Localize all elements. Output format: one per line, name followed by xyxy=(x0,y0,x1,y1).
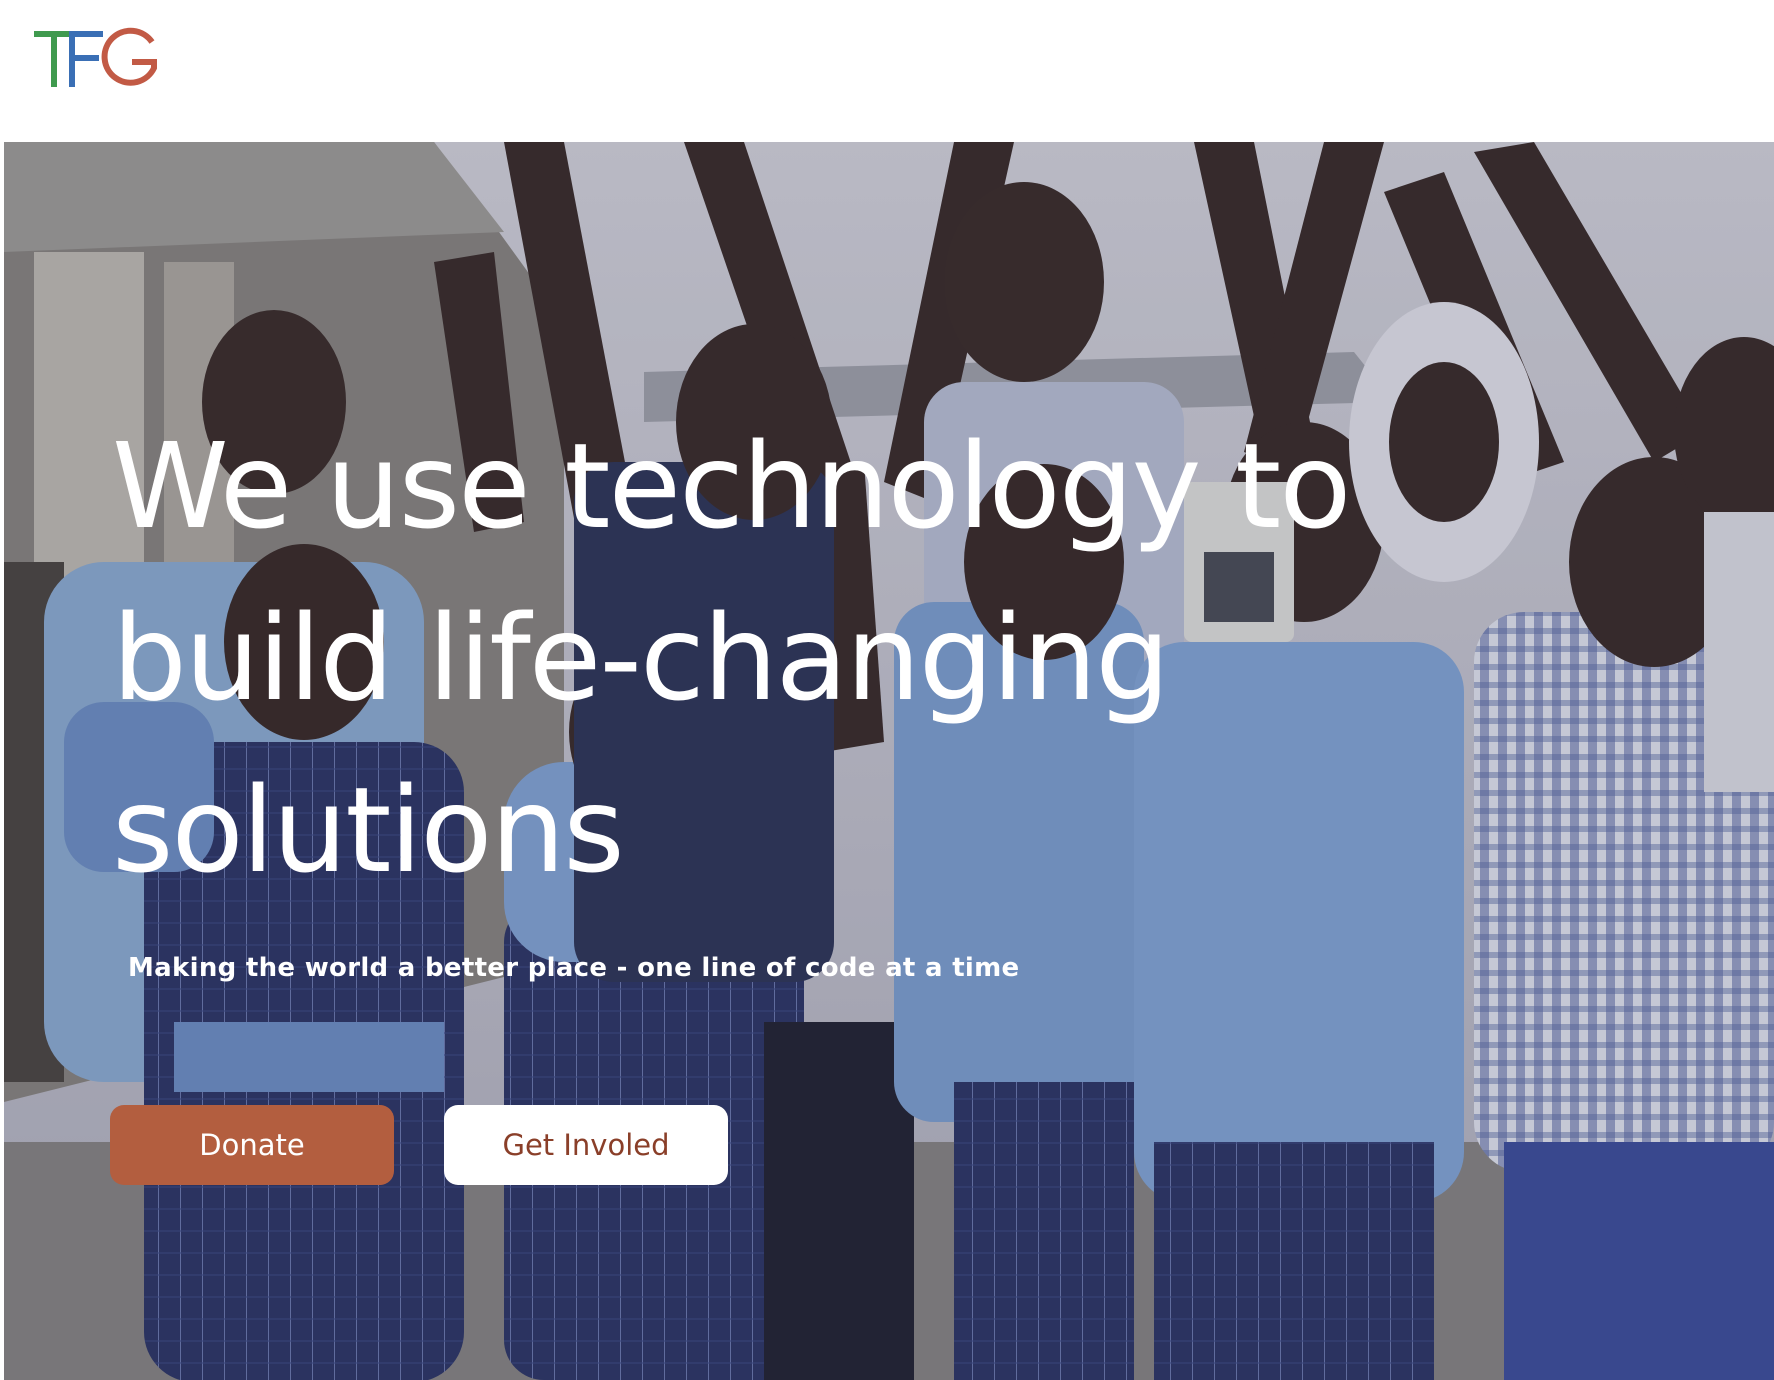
donate-button[interactable]: Donate xyxy=(110,1105,394,1185)
hero-headline: We use technology to build life-changing… xyxy=(112,417,1351,899)
site-header xyxy=(0,0,1774,142)
hero-section: We use technology to build life-changing… xyxy=(4,142,1774,1380)
hero-tagline: Making the world a better place - one li… xyxy=(128,953,1020,983)
tfg-logo xyxy=(34,27,157,87)
get-involved-button[interactable]: Get Involed xyxy=(444,1105,728,1185)
